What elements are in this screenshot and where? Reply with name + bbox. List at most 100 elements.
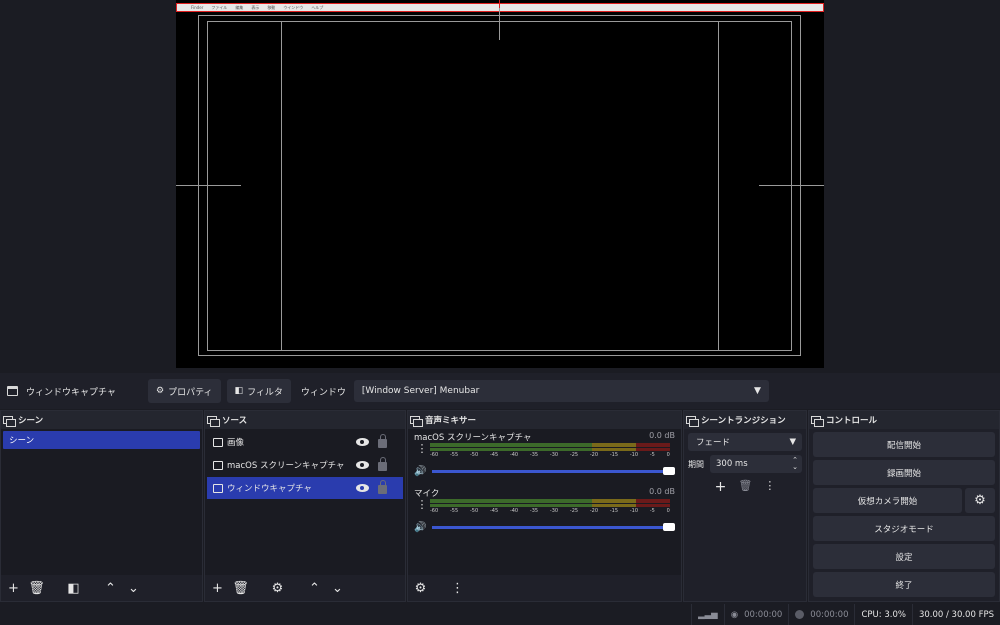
move-down-button[interactable]: ⌄ (125, 580, 142, 597)
filters-button[interactable]: ◧ フィルタ (226, 379, 291, 403)
fps-readout: 30.00 / 30.00 FPS (918, 609, 994, 620)
image-icon (213, 437, 223, 447)
move-down-button[interactable]: ⌄ (329, 580, 346, 597)
chevron-down-icon: ▼ (789, 437, 796, 447)
duration-spinbox[interactable]: 300 ms ⌃ ⌄ (710, 455, 802, 473)
guide-line-h-right (759, 185, 824, 186)
chevron-down-icon: ▼ (753, 386, 761, 396)
start-virtual-camera-button[interactable]: 仮想カメラ開始 (813, 488, 962, 513)
filter-icon: ◧ (234, 386, 244, 396)
meter-scale: -60 -55 -50 -45 -40 -35 -30 -25 -20 -15 -10 -5 0 (430, 452, 670, 458)
preview-canvas[interactable]: Finder ファイル 編集 表示 移動 ウインドウ ヘルプ (176, 0, 824, 368)
cpu-usage: CPU: 3.0% (861, 609, 906, 620)
dock-icon (3, 416, 16, 427)
filters-label: フィルタ (247, 387, 283, 398)
channel-name: macOS スクリーンキャプチャ (414, 433, 532, 443)
virtual-camera-gear-icon[interactable]: ⚙ (965, 488, 995, 513)
visibility-eye-icon[interactable] (356, 461, 369, 469)
source-context-bar: ウィンドウキャプチャ ⚙ プロパティ ◧ フィルタ ウィンドウ [Window … (0, 373, 1000, 409)
window-select[interactable]: [Window Server] Menubar ▼ (353, 380, 769, 402)
exit-button[interactable]: 終了 (813, 572, 995, 597)
volume-slider[interactable] (432, 467, 675, 475)
controls-dock: コントロール 配信開始 録画開始 仮想カメラ開始 ⚙ スタジオモード 設定 終了 (808, 410, 1000, 602)
add-scene-button[interactable]: + (5, 580, 22, 597)
move-up-button[interactable]: ⌃ (102, 580, 119, 597)
source-item[interactable]: macOS スクリーンキャプチャ (207, 454, 403, 476)
spin-arrows-icon[interactable]: ⌃ ⌄ (792, 457, 798, 471)
visibility-eye-icon[interactable] (356, 484, 369, 492)
start-streaming-button[interactable]: 配信開始 (813, 432, 995, 457)
speaker-icon[interactable]: 🔊 (414, 466, 426, 477)
channel-menu-icon[interactable]: ⋮ (416, 499, 428, 510)
transitions-title: シーントランジション (701, 416, 786, 426)
meter-scale: -60 -55 -50 -45 -40 -35 -30 -25 -20 -15 -10 -5 0 (430, 508, 670, 514)
settings-button[interactable]: 設定 (813, 544, 995, 569)
fps-status: 30.00 / 30.00 FPS (911, 604, 1000, 625)
guide-line-top-center (499, 8, 500, 40)
add-source-button[interactable]: + (209, 580, 226, 597)
transitions-dock-title: シーントランジション (684, 411, 806, 429)
stream-status: ◉ 00:00:00 (723, 604, 789, 625)
trash-icon[interactable]: 🗑 (738, 479, 752, 495)
window-icon (213, 483, 223, 493)
menubar-item: 表示 (251, 4, 260, 10)
window-select-value: [Window Server] Menubar (361, 386, 480, 396)
transition-menu-icon[interactable]: ⋮ (764, 479, 775, 495)
scene-filters-button[interactable]: ◧ (65, 580, 82, 597)
source-label: 画像 (227, 438, 245, 448)
guide-line-right (718, 21, 719, 351)
lock-icon[interactable] (378, 457, 387, 471)
source-label: ウィンドウキャプチャ (227, 484, 312, 494)
scene-item[interactable]: シーン (3, 431, 200, 449)
source-label: macOS スクリーンキャプチャ (227, 461, 345, 471)
mixer-channels: macOS スクリーンキャプチャ 0.0 dB ⋮ -60 -55 -50 -45 -4… (408, 429, 681, 575)
dock-icon (410, 416, 423, 427)
volume-slider[interactable] (432, 523, 675, 531)
trash-icon[interactable]: 🗑 (232, 580, 249, 597)
duration-label: 期間 (688, 459, 704, 469)
monitor-icon (213, 460, 223, 470)
scenes-dock-title: シーン (1, 411, 202, 429)
sources-list: 画像 macOS スクリーンキャプチャ ウィンドウキャプチャ (205, 429, 405, 575)
context-source-name: ウィンドウキャプチャ (26, 387, 116, 398)
channel-menu-icon[interactable]: ⋮ (416, 443, 428, 454)
volume-meter (430, 443, 670, 451)
slider-handle[interactable] (663, 523, 675, 531)
advanced-audio-gear-icon[interactable]: ⚙ (412, 580, 429, 597)
mixer-menu-icon[interactable]: ⋮ (449, 580, 466, 597)
record-time: 00:00:00 (810, 609, 849, 620)
stream-time: 00:00:00 (744, 609, 783, 620)
menubar-item: Finder (191, 5, 204, 10)
visibility-eye-icon[interactable] (356, 438, 369, 446)
controls-dock-title: コントロール (809, 411, 999, 429)
cpu-status: CPU: 3.0% (854, 604, 911, 625)
scenes-title: シーン (18, 416, 44, 426)
trash-icon[interactable]: 🗑 (28, 580, 45, 597)
add-transition-button[interactable]: + (715, 479, 727, 495)
sources-dock-title: ソース (205, 411, 405, 429)
gear-icon: ⚙ (156, 386, 165, 396)
sources-title: ソース (222, 416, 248, 426)
speaker-icon[interactable]: 🔊 (414, 522, 426, 533)
studio-mode-button[interactable]: スタジオモード (813, 516, 995, 541)
scenes-dock: シーン シーン + 🗑 ◧ ⌃ ⌄ (0, 410, 203, 602)
move-up-button[interactable]: ⌃ (306, 580, 323, 597)
slider-handle[interactable] (663, 467, 675, 475)
source-item-selected[interactable]: ウィンドウキャプチャ (207, 477, 403, 499)
controls-title: コントロール (826, 416, 878, 426)
dock-icon (811, 416, 824, 427)
source-item[interactable]: 画像 (207, 431, 403, 453)
transition-select[interactable]: フェード ▼ (688, 433, 802, 451)
menubar-item: 編集 (235, 4, 244, 10)
lock-icon[interactable] (378, 480, 387, 494)
properties-label: プロパティ (168, 387, 213, 398)
menubar-item: 移動 (267, 4, 276, 10)
dock-icon (207, 416, 220, 427)
properties-button[interactable]: ⚙ プロパティ (148, 379, 221, 403)
sources-toolbar: + 🗑 ⚙ ⌃ ⌄ (205, 575, 405, 601)
source-properties-gear-icon[interactable]: ⚙ (269, 580, 286, 597)
mixer-channel: マイク 0.0 dB ⋮ -60 -55 -50 -45 -40 -35 -30 -25 -20… (408, 485, 681, 541)
signal-bars-icon: ▂▃▅ (698, 609, 718, 620)
lock-icon[interactable] (378, 434, 387, 448)
start-recording-button[interactable]: 録画開始 (813, 460, 995, 485)
